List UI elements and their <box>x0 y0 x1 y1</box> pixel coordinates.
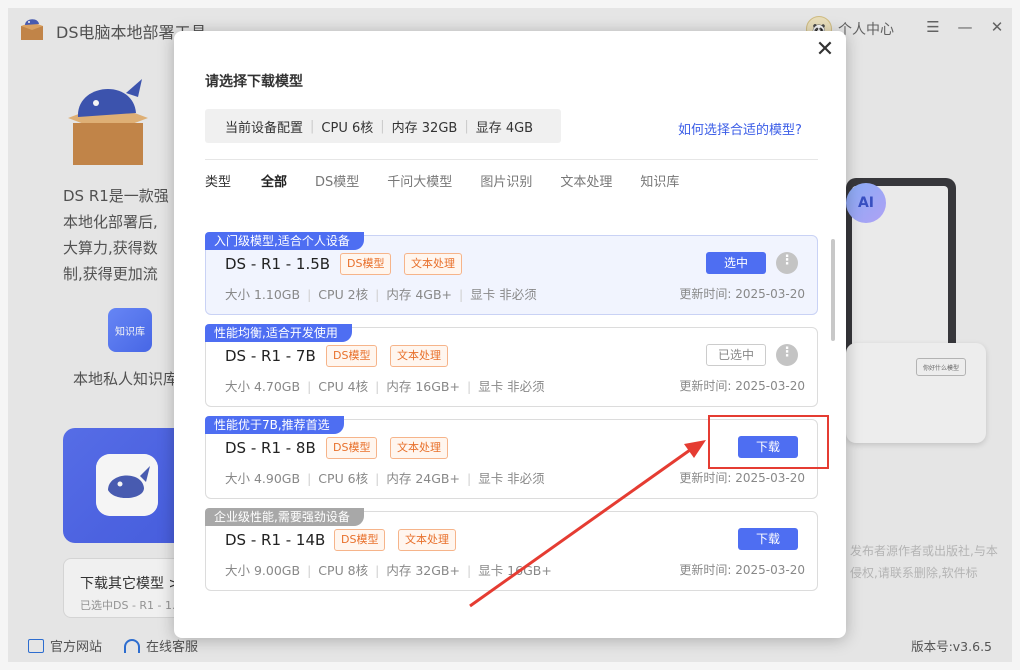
selected-button[interactable]: 已选中 <box>706 344 766 366</box>
model-tag: DS模型 <box>340 253 392 275</box>
model-specs: 大小 4.90GB | CPU 6核 | 内存 24GB+ | 显卡 非必须 <box>225 471 545 486</box>
model-specs: 大小 1.10GB | CPU 2核 | 内存 4GB+ | 显卡 非必须 <box>225 287 537 302</box>
model-updated: 更新时间: 2025-03-20 <box>679 379 805 393</box>
model-specs: 大小 4.70GB | CPU 4核 | 内存 16GB+ | 显卡 非必须 <box>225 379 545 394</box>
model-banner: 性能优于7B,推荐首选 <box>205 416 344 434</box>
tab-text-processing[interactable]: 文本处理 <box>560 171 612 190</box>
model-name: DS - R1 - 8B <box>225 439 316 457</box>
category-tabs: 类型 全部 DS模型 千问大模型 图片识别 文本处理 知识库 <box>205 171 707 190</box>
version-label: 版本号:v3.6.5 <box>911 639 992 654</box>
select-button[interactable]: 选中 <box>706 252 766 274</box>
how-to-choose-link[interactable]: 如何选择合适的模型? <box>678 119 802 138</box>
tab-all[interactable]: 全部 <box>261 171 287 190</box>
tab-knowledge-base[interactable]: 知识库 <box>640 171 679 190</box>
more-icon[interactable]: ⋮ <box>776 344 798 366</box>
model-name: DS - R1 - 14B <box>225 531 326 549</box>
divider <box>205 159 818 160</box>
tab-qianwen[interactable]: 千问大模型 <box>387 171 452 190</box>
model-banner: 企业级性能,需要强劲设备 <box>205 508 364 526</box>
tabs-label: 类型 <box>205 175 232 190</box>
tab-image-recognition[interactable]: 图片识别 <box>480 171 532 190</box>
dialog-title: 请选择下载模型 <box>205 74 303 90</box>
model-card[interactable]: 企业级性能,需要强劲设备 DS - R1 - 14B DS模型 文本处理 大小 … <box>205 508 818 591</box>
model-select-dialog: ✕ 请选择下载模型 当前设备配置 | CPU 6核 | 内存 32GB | 显存… <box>174 31 846 638</box>
model-card[interactable]: 性能均衡,适合开发使用 DS - R1 - 7B DS模型 文本处理 大小 4.… <box>205 324 818 407</box>
list-scrollbar[interactable] <box>831 239 835 341</box>
config-memory: 内存 32GB <box>391 120 458 136</box>
model-tag: 文本处理 <box>390 437 448 459</box>
model-updated: 更新时间: 2025-03-20 <box>679 563 805 577</box>
model-updated: 更新时间: 2025-03-20 <box>679 287 805 301</box>
model-name: DS - R1 - 7B <box>225 347 316 365</box>
model-specs: 大小 9.00GB | CPU 8核 | 内存 32GB+ | 显卡 16GB+ <box>225 563 552 578</box>
model-name: DS - R1 - 1.5B <box>225 255 331 273</box>
device-config-bar: 当前设备配置 | CPU 6核 | 内存 32GB | 显存 4GB <box>205 109 561 143</box>
tab-ds-model[interactable]: DS模型 <box>315 171 359 190</box>
model-tag: 文本处理 <box>404 253 462 275</box>
download-button[interactable]: 下载 <box>738 528 798 550</box>
model-updated: 更新时间: 2025-03-20 <box>679 471 805 485</box>
model-tag: DS模型 <box>334 529 386 551</box>
model-card[interactable]: 入门级模型,适合个人设备 DS - R1 - 1.5B DS模型 文本处理 大小… <box>205 232 818 315</box>
config-label: 当前设备配置 <box>225 120 304 136</box>
model-tag: 文本处理 <box>390 345 448 367</box>
model-banner: 性能均衡,适合开发使用 <box>205 324 352 342</box>
model-banner: 入门级模型,适合个人设备 <box>205 232 364 250</box>
config-gpu: 显存 4GB <box>475 120 534 136</box>
close-icon[interactable]: ✕ <box>814 39 836 61</box>
highlight-box <box>708 415 829 469</box>
model-tag: DS模型 <box>326 345 378 367</box>
model-tag: DS模型 <box>326 437 378 459</box>
config-cpu: CPU 6核 <box>321 120 374 136</box>
more-icon[interactable]: ⋮ <box>776 252 798 274</box>
model-tag: 文本处理 <box>398 529 456 551</box>
